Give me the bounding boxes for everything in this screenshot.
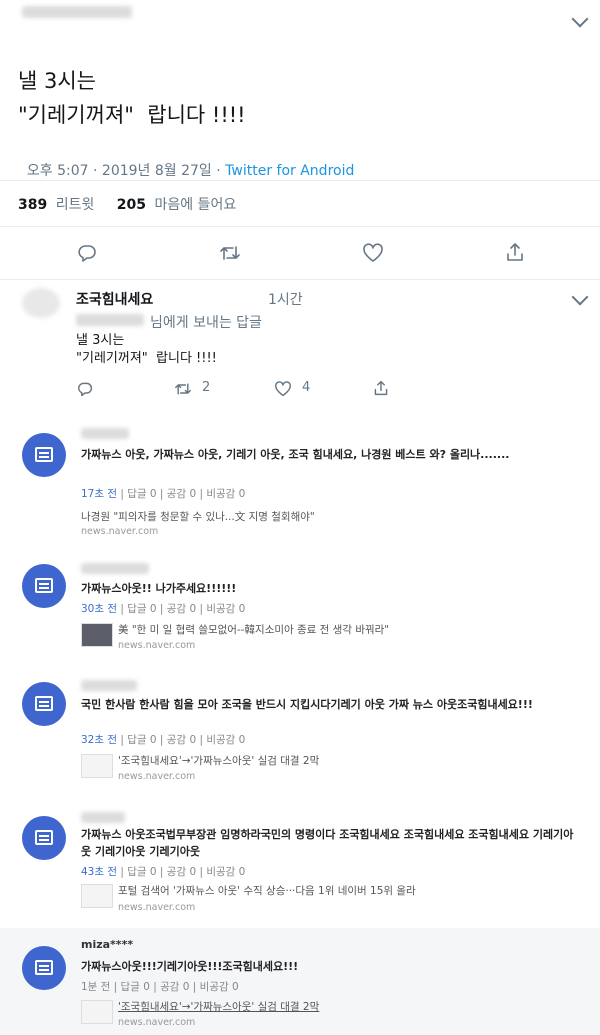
comment-text: 가짜뉴스아웃!!!기레기아웃!!!조국힘내세요!!!: [81, 960, 299, 973]
comment-author-blurred: [81, 680, 137, 691]
reply-icon[interactable]: [77, 243, 97, 263]
share-icon[interactable]: [373, 380, 389, 396]
comment-item: 가짜뉴스 아웃, 가짜뉴스 아웃, 기레기 아웃, 조국 힘내세요, 나경원 베…: [0, 422, 600, 546]
linked-article-title[interactable]: '조국힘내세요'→'가짜뉴스아웃' 실검 대결 2막: [118, 753, 319, 768]
retweet-count: 389: [18, 197, 48, 213]
comment-text: 가짜뉴스 아웃조국법무부장관 임명하라국민의 명령이다 조국힘내세요 조국힘내세…: [81, 828, 574, 858]
comment-time: 30초 전: [81, 603, 118, 615]
comment-item: 국민 한사람 한사람 힘을 모아 조국을 반드시 지킵시다기레기 아웃 가짜 뉴…: [0, 674, 600, 794]
comment-stats[interactable]: | 답글 0 | 공감 0 | 비공감 0: [110, 981, 239, 993]
avatar: [22, 433, 66, 477]
linked-article-title[interactable]: 나경원 "피의자를 청문할 수 있나...文 지명 철회해야": [81, 509, 315, 524]
news-icon: [35, 447, 53, 462]
comment-stats[interactable]: | 답글 0 | 공감 0 | 비공감 0: [117, 866, 245, 878]
comment-author[interactable]: miza****: [81, 938, 133, 951]
comment-time: 43초 전: [81, 866, 118, 878]
linked-article-title[interactable]: '조국힘내세요'→'가짜뉴스아웃' 실검 대결 2막: [118, 999, 319, 1014]
retweet-icon[interactable]: [219, 243, 241, 263]
tweet-text-line1: 낼 3시는: [18, 69, 96, 93]
comment-stats[interactable]: | 답글 0 | 공감 0 | 비공감 0: [117, 488, 245, 500]
tweet-time: 오후 5:07 · 2019년 8월 27일 ·: [26, 163, 226, 179]
like-icon[interactable]: [362, 243, 384, 263]
reply-time: 1시간: [268, 292, 303, 308]
news-icon: [35, 578, 53, 593]
comment-item: 가짜뉴스아웃!! 나가주세요!!!!!! 30초 전 | 답글 0 | 공감 0…: [0, 556, 600, 674]
comment-meta: 1분 전 | 답글 0 | 공감 0 | 비공감 0: [81, 979, 239, 994]
avatar: [22, 682, 66, 726]
linked-article-host: news.naver.com: [81, 526, 159, 537]
comment-stats[interactable]: | 답글 0 | 공감 0 | 비공감 0: [117, 734, 245, 746]
divider: [0, 180, 600, 181]
comment-stats[interactable]: | 답글 0 | 공감 0 | 비공감 0: [117, 603, 245, 615]
news-icon: [35, 830, 53, 845]
divider: [0, 226, 600, 227]
chevron-down-icon[interactable]: [571, 288, 589, 306]
tweet-timestamp: 오후 5:07 · 2019년 8월 27일 · Twitter for And…: [18, 144, 354, 180]
share-icon[interactable]: [505, 242, 525, 262]
news-icon: [35, 696, 53, 711]
comment-text: 국민 한사람 한사람 힘을 모아 조국을 반드시 지킵시다기레기 아웃 가짜 뉴…: [81, 698, 533, 711]
linked-article-title[interactable]: 美 "한 미 일 협력 쓸모없어--韓지소미아 종료 전 생각 바꿔라": [118, 622, 389, 637]
avatar: [22, 946, 66, 990]
comment-text: 가짜뉴스 아웃, 가짜뉴스 아웃, 기레기 아웃, 조국 힘내세요, 나경원 베…: [81, 448, 510, 461]
article-thumbnail[interactable]: [81, 884, 113, 908]
tweet-source-link[interactable]: Twitter for Android: [225, 163, 354, 179]
comment-time: 17초 전: [81, 488, 118, 500]
comment-item: 가짜뉴스 아웃조국법무부장관 임명하라국민의 명령이다 조국힘내세요 조국힘내세…: [0, 806, 600, 924]
author-name-blurred: [22, 6, 132, 18]
comment-author-blurred: [81, 563, 149, 574]
news-icon: [35, 960, 53, 975]
comment-meta: 43초 전 | 답글 0 | 공감 0 | 비공감 0: [81, 864, 245, 879]
comment-item: miza**** 가짜뉴스아웃!!!기레기아웃!!!조국힘내세요!!! 1분 전…: [0, 928, 600, 1035]
comment-meta: 30초 전 | 답글 0 | 공감 0 | 비공감 0: [81, 601, 245, 616]
comment-meta: 17초 전 | 답글 0 | 공감 0 | 비공감 0: [81, 486, 245, 501]
article-thumbnail[interactable]: [81, 754, 113, 778]
linked-article-host: news.naver.com: [118, 902, 196, 913]
article-thumbnail[interactable]: [81, 623, 113, 647]
comment-author-blurred: [81, 428, 129, 439]
like-count: 205: [116, 197, 147, 213]
avatar: [22, 816, 66, 860]
chevron-down-icon[interactable]: [571, 10, 589, 28]
linked-article-title[interactable]: 포털 검색어 '가짜뉴스 아웃' 수직 상승···다음 1위 네이버 15위 올…: [118, 883, 416, 898]
article-thumbnail[interactable]: [81, 1000, 113, 1024]
mention-blurred: [76, 314, 144, 326]
replying-to: 님에게 보내는 답글: [150, 315, 262, 331]
comment-meta: 32초 전 | 답글 0 | 공감 0 | 비공감 0: [81, 732, 245, 747]
tweet-text-line2: "기레기꺼져" 랍니다 !!!!: [18, 103, 246, 127]
divider: [0, 279, 600, 280]
comment-time: 32초 전: [81, 734, 118, 746]
comment-author-blurred: [81, 812, 125, 823]
comment-text: 가짜뉴스아웃!! 나가주세요!!!!!!: [81, 582, 237, 595]
retweet-icon[interactable]: [174, 381, 192, 397]
like-icon[interactable]: [274, 381, 292, 397]
like-label[interactable]: 마음에 들어요: [154, 197, 236, 213]
retweet-label[interactable]: 리트윗: [56, 197, 95, 213]
avatar: [22, 564, 66, 608]
linked-article-host: news.naver.com: [118, 640, 196, 651]
comment-time: 1분 전: [81, 981, 111, 993]
avatar[interactable]: [22, 288, 60, 318]
reply-author-name[interactable]: 조국힘내세요: [76, 289, 153, 309]
reply-like-count: 4: [302, 380, 311, 395]
reply-retweet-count: 2: [202, 380, 211, 395]
tweet-stats: 389 리트윗 205 마음에 들어요: [18, 194, 236, 214]
linked-article-host: news.naver.com: [118, 1017, 196, 1028]
reply-icon[interactable]: [77, 381, 93, 397]
linked-article-host: news.naver.com: [118, 771, 196, 782]
reply-text-line1: 낼 3시는: [76, 333, 125, 348]
reply-text-line2: "기레기꺼져" 랍니다 !!!!: [76, 351, 217, 366]
